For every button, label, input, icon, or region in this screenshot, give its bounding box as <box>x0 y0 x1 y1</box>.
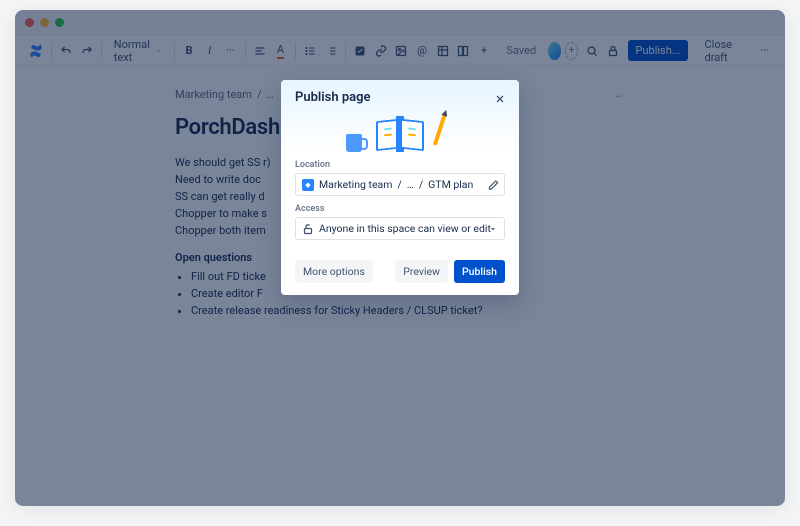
pencil-icon <box>488 179 499 190</box>
unlocked-icon <box>302 223 314 235</box>
chevron-down-icon <box>488 224 498 234</box>
publish-confirm-button[interactable]: Publish <box>454 260 505 283</box>
access-value: Anyone in this space can view or edit <box>319 222 491 235</box>
location-space: Marketing team <box>319 178 392 191</box>
edit-location-button[interactable] <box>488 179 499 190</box>
location-field[interactable]: ◆ Marketing team / … / GTM plan <box>295 173 505 196</box>
modal-header: Publish page <box>281 80 519 150</box>
modal-overlay[interactable]: Publish page Location ◆ <box>15 10 785 506</box>
space-icon: ◆ <box>302 179 314 191</box>
modal-footer: More options Preview Publish <box>281 260 519 295</box>
publish-page-modal: Publish page Location ◆ <box>281 80 519 295</box>
close-icon <box>494 93 506 105</box>
more-options-button[interactable]: More options <box>295 260 373 283</box>
location-leaf: GTM plan <box>428 178 473 191</box>
access-field[interactable]: Anyone in this space can view or edit <box>295 217 505 240</box>
preview-button[interactable]: Preview <box>395 260 448 283</box>
app-window: Normal text B I ··· A @ + Saved + Publis… <box>15 10 785 506</box>
modal-body: Location ◆ Marketing team / … / GTM plan… <box>281 150 519 260</box>
location-label: Location <box>295 160 505 170</box>
access-label: Access <box>295 204 505 214</box>
publish-illustration <box>340 98 460 152</box>
close-button[interactable] <box>491 90 509 108</box>
